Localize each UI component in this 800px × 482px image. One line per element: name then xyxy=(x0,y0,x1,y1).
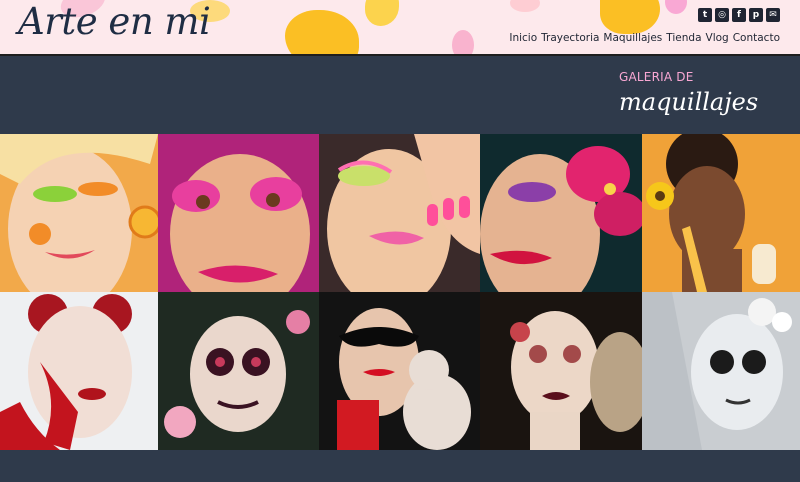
gallery-title: maquillajes xyxy=(619,88,759,116)
gallery-image[interactable] xyxy=(0,134,158,292)
gallery-image[interactable] xyxy=(480,134,642,292)
decorative-blob xyxy=(510,0,540,12)
pinterest-icon[interactable]: p xyxy=(749,8,763,22)
gallery-subtitle: GALERIA DE xyxy=(619,70,694,84)
decorative-blob xyxy=(452,30,474,54)
decorative-blob xyxy=(365,0,399,26)
makeup-gallery xyxy=(0,134,800,450)
gallery-image[interactable] xyxy=(319,292,480,450)
nav-link-contacto[interactable]: Contacto xyxy=(733,32,780,44)
gallery-image[interactable] xyxy=(642,292,800,450)
email-icon[interactable]: ✉ xyxy=(766,8,780,22)
footer-band xyxy=(0,450,800,482)
gallery-image[interactable] xyxy=(642,134,800,292)
twitter-icon[interactable]: t xyxy=(698,8,712,22)
gallery-image[interactable] xyxy=(0,292,158,450)
site-logo[interactable]: Arte en mi xyxy=(18,0,211,43)
nav-link-tienda[interactable]: Tienda xyxy=(666,32,701,44)
nav-link-trayectoria[interactable]: Trayectoria xyxy=(541,32,599,44)
gallery-image[interactable] xyxy=(319,134,480,292)
decorative-blob xyxy=(665,0,687,14)
nav-link-maquillajes[interactable]: Maquillajes xyxy=(603,32,662,44)
decorative-blob xyxy=(285,10,359,54)
nav-link-inicio[interactable]: Inicio xyxy=(509,32,537,44)
nav-link-vlog[interactable]: Vlog xyxy=(706,32,729,44)
main-nav: Inicio Trayectoria Maquillajes Tienda Vl… xyxy=(509,32,780,44)
gallery-image[interactable] xyxy=(158,292,319,450)
facebook-icon[interactable]: f xyxy=(732,8,746,22)
gallery-banner: GALERIA DE maquillajes xyxy=(0,56,800,134)
gallery-image[interactable] xyxy=(480,292,642,450)
decorative-blob xyxy=(600,0,660,34)
instagram-icon[interactable]: ◎ xyxy=(715,8,729,22)
gallery-image[interactable] xyxy=(158,134,319,292)
site-header: Arte en mi t ◎ f p ✉ Inicio Trayectoria … xyxy=(0,0,800,56)
social-links: t ◎ f p ✉ xyxy=(698,8,780,22)
